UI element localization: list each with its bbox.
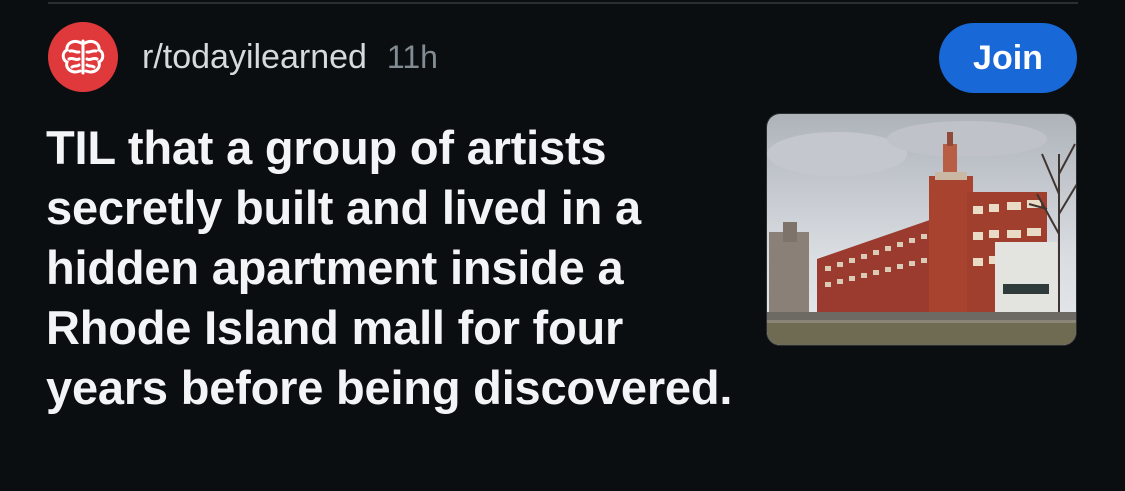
post-age: 11h — [386, 39, 438, 75]
divider — [48, 2, 1078, 4]
subreddit-name[interactable]: r/todayilearned — [142, 40, 367, 74]
brain-icon — [61, 39, 105, 75]
join-button[interactable]: Join — [939, 23, 1077, 93]
subreddit-avatar[interactable] — [48, 22, 118, 92]
post-header: r/todayilearned 11h — [48, 22, 438, 92]
post-card[interactable]: r/todayilearned 11h Join TIL that a grou… — [0, 0, 1125, 491]
mall-building-photo — [767, 114, 1076, 345]
post-thumbnail[interactable] — [766, 113, 1077, 346]
post-title[interactable]: TIL that a group of artists secretly bui… — [46, 118, 736, 418]
